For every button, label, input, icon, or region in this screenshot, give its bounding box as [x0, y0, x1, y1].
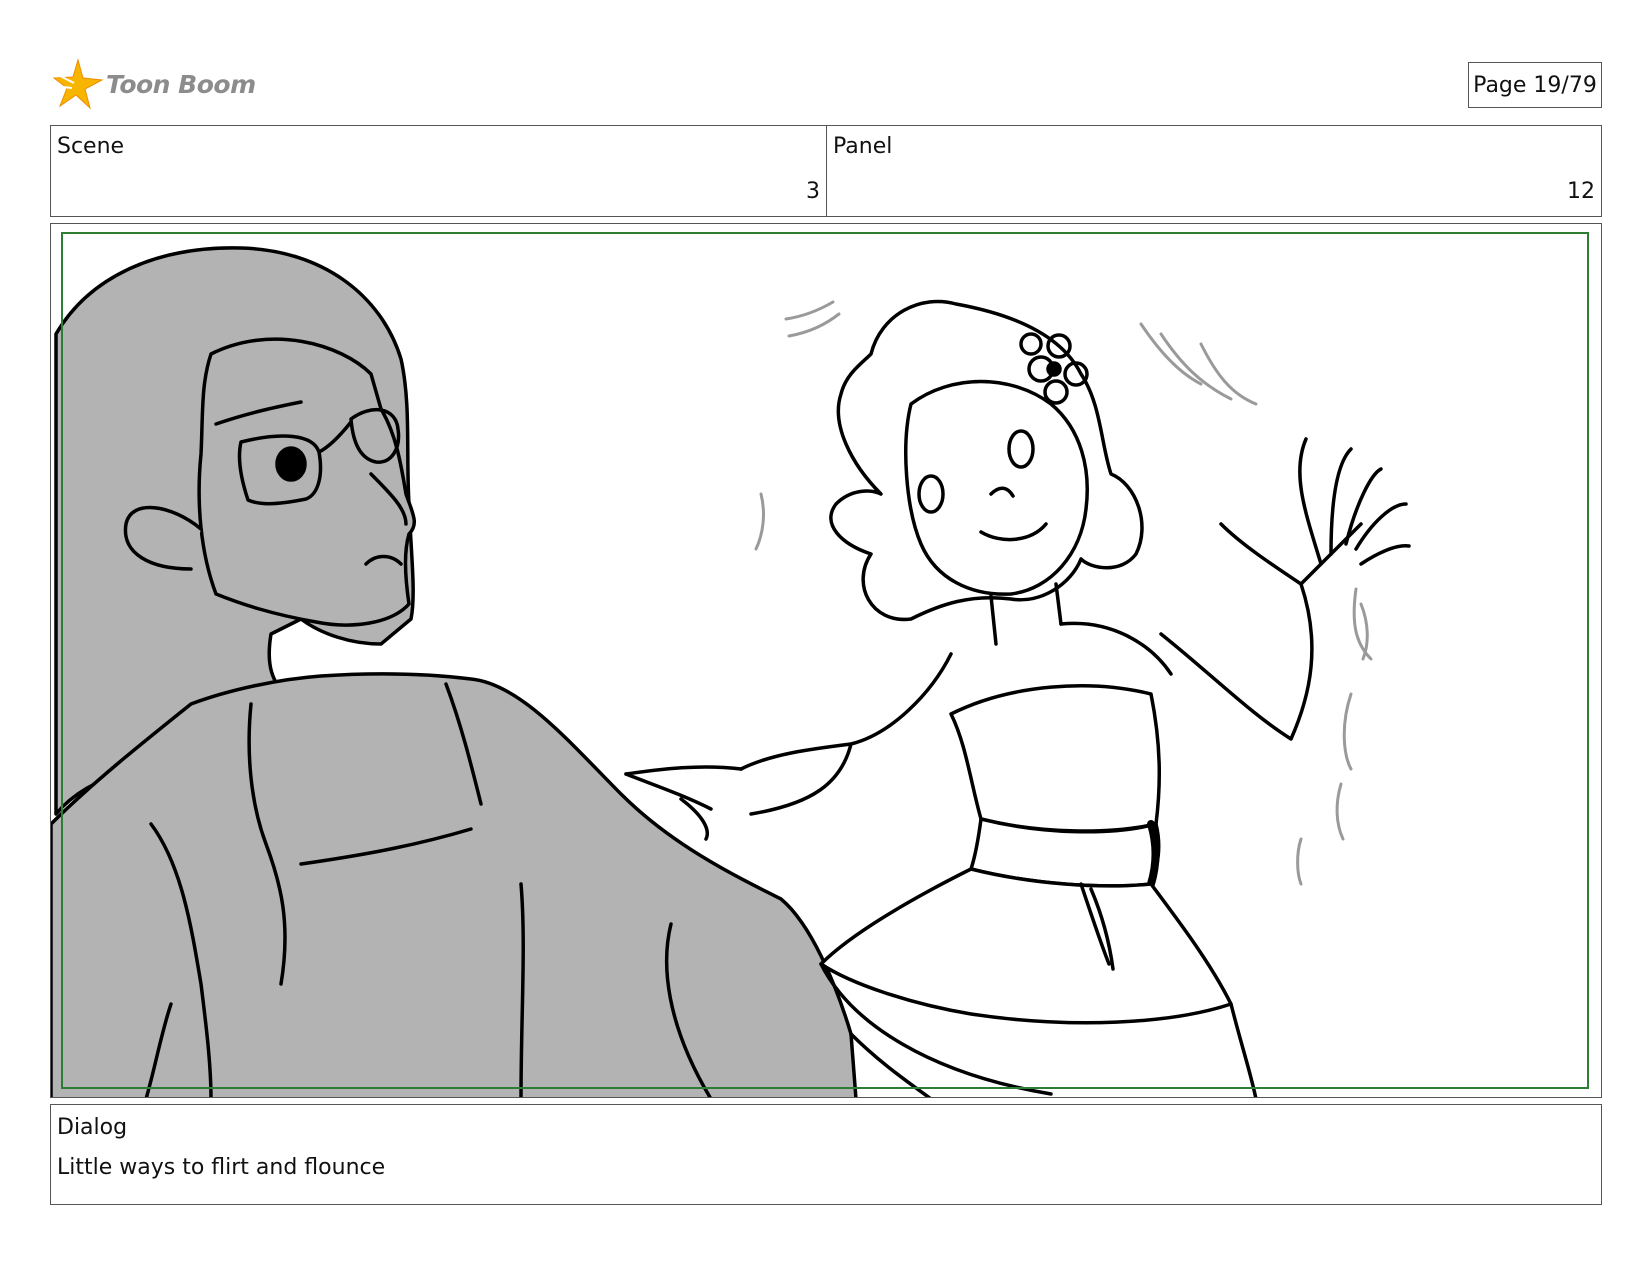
right-character-skirt: [819, 867, 1233, 1025]
page-indicator: Page 19/79: [1468, 62, 1602, 108]
right-character-dress-top: [949, 684, 1162, 833]
toon-boom-logo: Toon Boom: [52, 56, 262, 112]
scene-panel-info: Scene 3 Panel 12: [50, 125, 1602, 217]
logo-text: Toon Boom: [106, 69, 256, 99]
left-character-body: [51, 672, 858, 1097]
scene-cell: Scene 3: [51, 126, 827, 216]
toon-boom-star-logo-icon: [52, 58, 104, 110]
panel-label: Panel: [833, 134, 893, 159]
storyboard-frame: [50, 223, 1602, 1098]
dialog-label: Dialog: [57, 1115, 128, 1140]
dialog-text: Little ways to flirt and flounce: [57, 1155, 386, 1180]
storyboard-sketch: [51, 246, 1411, 1097]
panel-value: 12: [1567, 179, 1595, 204]
scene-label: Scene: [57, 134, 125, 159]
page-indicator-label: Page 19/79: [1473, 72, 1597, 98]
panel-cell: Panel 12: [827, 126, 1601, 216]
dialog-box: Dialog Little ways to flirt and flounce: [50, 1104, 1602, 1205]
scene-value: 3: [806, 179, 820, 204]
